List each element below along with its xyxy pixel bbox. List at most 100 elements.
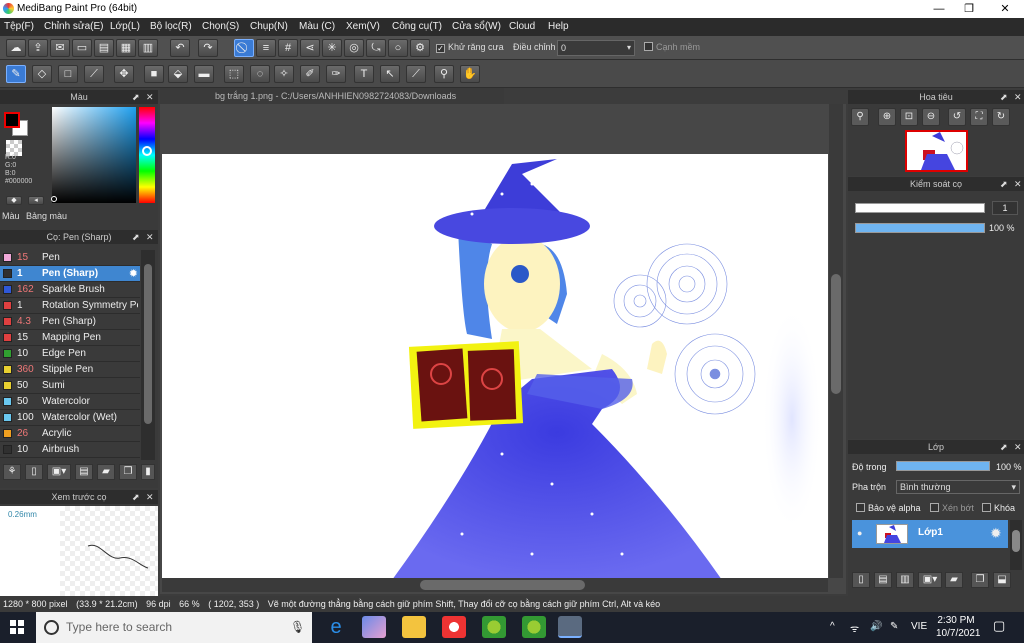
brush-list-item[interactable]: 15 Pen xyxy=(0,250,140,266)
snap-settings-icon[interactable]: ⚙ xyxy=(410,39,430,57)
divide-tool-icon[interactable]: ⟋ xyxy=(406,65,426,83)
minimize-button[interactable]: — xyxy=(924,0,954,18)
app-icon-green-2[interactable] xyxy=(522,616,546,638)
grid-snap-icon[interactable]: # xyxy=(278,39,298,57)
brush-list-scrollbar[interactable] xyxy=(141,250,155,460)
notifications-icon[interactable]: ▢ xyxy=(993,618,1005,634)
reset-colors-icon[interactable]: ◂ xyxy=(28,196,44,205)
smooth-option[interactable]: Cạnh mềm xyxy=(644,42,700,52)
scrollbar-thumb[interactable] xyxy=(144,264,152,424)
bucket-tool-icon[interactable]: ⬙ xyxy=(168,65,188,83)
canvas-horizontal-scrollbar[interactable] xyxy=(162,578,828,592)
layer-settings-gear-icon[interactable]: ✹ xyxy=(990,525,1002,542)
language-indicator[interactable]: VIE xyxy=(911,621,927,632)
redo-icon[interactable]: ↷ xyxy=(198,39,218,57)
chrome-icon[interactable] xyxy=(442,616,466,638)
edge-browser-icon[interactable]: e xyxy=(324,616,348,638)
select-pen-tool-icon[interactable]: ✐ xyxy=(300,65,320,83)
brush-size-value[interactable]: 1 xyxy=(992,201,1018,215)
undock-icon[interactable]: ⬈ xyxy=(1000,440,1008,454)
foreground-color-swatch[interactable] xyxy=(4,112,20,128)
circle-snap-icon[interactable]: ◎ xyxy=(344,39,364,57)
navigator-thumbnail[interactable] xyxy=(905,130,968,172)
undock-icon[interactable]: ⬈ xyxy=(1000,90,1008,104)
wifi-icon[interactable]: ᯤ xyxy=(850,621,859,635)
move-tool-icon[interactable]: ✥ xyxy=(114,65,134,83)
scrollbar-thumb[interactable] xyxy=(1012,530,1020,552)
snap-off-icon[interactable]: ⃠ xyxy=(234,39,254,57)
layer-folder-icon[interactable]: ▰ xyxy=(945,572,963,588)
photos-app-icon[interactable] xyxy=(362,616,386,638)
magic-wand-tool-icon[interactable]: ✧ xyxy=(274,65,294,83)
sv-picker-knob[interactable] xyxy=(51,196,57,202)
brush-list-item[interactable]: 1 Pen (Sharp) ✹ xyxy=(0,266,140,282)
close-icon[interactable]: ✕ xyxy=(146,230,154,244)
layer-menu-icon[interactable]: ▣▾ xyxy=(918,572,942,588)
hand-tool-icon[interactable]: ✋ xyxy=(460,65,480,83)
comment-icon[interactable]: ✉ xyxy=(50,39,70,57)
clip-checkbox[interactable] xyxy=(930,503,939,512)
brush-list-item[interactable]: 4.3 Pen (Sharp) xyxy=(0,314,140,330)
menu-help[interactable]: Help xyxy=(548,21,569,32)
brush-list-item[interactable]: 1 Rotation Symmetry Pen xyxy=(0,298,140,314)
undock-icon[interactable]: ⬈ xyxy=(1000,177,1008,191)
adjust-select[interactable]: 0 ▾ xyxy=(557,40,635,56)
swap-colors-icon[interactable]: ◆ xyxy=(6,196,22,205)
antialias-checkbox[interactable]: ✓ xyxy=(436,44,445,53)
layer-opacity-slider[interactable] xyxy=(896,461,990,471)
brush-list-item[interactable]: 360 Stipple Pen xyxy=(0,362,140,378)
menu-tools[interactable]: Công cụ(T) xyxy=(392,21,442,32)
brush-menu-icon[interactable]: ▣▾ xyxy=(47,464,71,480)
lock-option[interactable]: Khóa xyxy=(982,503,1015,513)
scrollbar-thumb[interactable] xyxy=(831,274,841,394)
brush-list-item[interactable]: 10 Edge Pen xyxy=(0,346,140,362)
undock-icon[interactable]: ⬈ xyxy=(132,90,140,104)
file-explorer-icon[interactable] xyxy=(402,616,426,638)
tab-palette[interactable]: Bảng màu xyxy=(26,211,67,221)
blend-mode-select[interactable]: Bình thường ▾ xyxy=(896,480,1020,494)
add-8bit-layer-icon[interactable]: ▥ xyxy=(896,572,914,588)
add-halftone-layer-icon[interactable]: ▤ xyxy=(874,572,892,588)
actual-size-icon[interactable]: ⊡ xyxy=(900,108,918,126)
protect-alpha-option[interactable]: Bảo vệ alpha xyxy=(856,503,921,513)
lock-checkbox[interactable] xyxy=(982,503,991,512)
operation-tool-icon[interactable]: ↖ xyxy=(380,65,400,83)
smooth-checkbox[interactable] xyxy=(644,42,653,51)
brush-list-item[interactable]: 50 Sumi xyxy=(0,378,140,394)
close-icon[interactable]: ✕ xyxy=(146,90,154,104)
brush-size-slider[interactable] xyxy=(855,203,985,213)
copy-brush-icon[interactable]: ▤ xyxy=(75,464,93,480)
tray-chevron-icon[interactable]: ^ xyxy=(830,621,835,632)
radial-snap-icon[interactable]: ✳ xyxy=(322,39,342,57)
volume-icon[interactable]: 🔊 xyxy=(870,621,882,632)
select-eraser-tool-icon[interactable]: ✑ xyxy=(326,65,346,83)
menu-edit[interactable]: Chỉnh sửa(E) xyxy=(44,21,104,32)
menu-window[interactable]: Cửa sổ(W) xyxy=(452,21,501,32)
brush-list-item[interactable]: 100 Watercolor (Wet) xyxy=(0,410,140,426)
menu-select[interactable]: Chọn(S) xyxy=(202,21,239,32)
panels-icon[interactable]: ▥ xyxy=(138,39,158,57)
add-brush-icon[interactable]: ▯ xyxy=(25,464,43,480)
fit-window-icon[interactable]: ⛶ xyxy=(970,108,988,126)
microphone-icon[interactable]: 🎙 xyxy=(290,612,305,643)
drawing-canvas[interactable] xyxy=(162,154,828,580)
brush-opacity-slider[interactable] xyxy=(855,223,985,233)
ellipse-snap-icon[interactable]: ○ xyxy=(388,39,408,57)
brush-list-item[interactable]: 10 Airbrush xyxy=(0,442,140,458)
layer-row[interactable]: ● Lớp1 ✹ xyxy=(852,520,1008,548)
brush-list-item[interactable]: 15 Mapping Pen xyxy=(0,330,140,346)
menu-view[interactable]: Xem(V) xyxy=(346,21,380,32)
maximize-button[interactable]: ❐ xyxy=(954,0,984,18)
zoom-in-icon[interactable]: ⊕ xyxy=(878,108,896,126)
brush-tool-icon[interactable]: ✎ xyxy=(6,65,26,83)
shape-fill-tool-icon[interactable]: ■ xyxy=(144,65,164,83)
menu-layer[interactable]: Lớp(L) xyxy=(110,21,140,32)
menu-cloud[interactable]: Cloud xyxy=(509,21,535,32)
text-tool-icon[interactable]: T xyxy=(354,65,374,83)
brush-cloud-icon[interactable]: ⚘ xyxy=(3,464,21,480)
duplicate-layer-icon[interactable]: ❐ xyxy=(971,572,989,588)
close-icon[interactable]: ✕ xyxy=(1014,440,1022,454)
tab-color[interactable]: Màu xyxy=(2,211,20,221)
taskbar-search-box[interactable]: Type here to search 🎙 xyxy=(36,612,312,643)
brush-list-item[interactable]: 26 Acrylic xyxy=(0,426,140,442)
